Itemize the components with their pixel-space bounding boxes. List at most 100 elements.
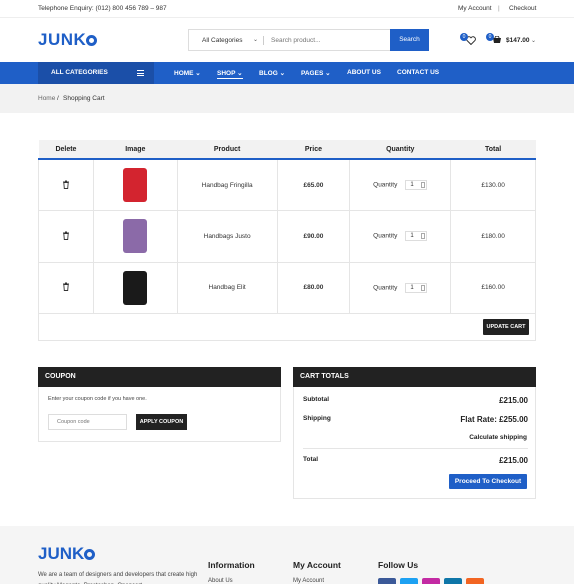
quantity-cell: Quantity 1 — [349, 158, 452, 211]
breadcrumb-separator: / — [57, 95, 59, 102]
instagram-icon[interactable] — [422, 578, 440, 584]
coupon-title: COUPON — [38, 367, 281, 387]
column-header: Image — [93, 140, 178, 160]
footer-heading-follow-us: Follow Us — [378, 560, 419, 570]
subtotal-label: Subtotal — [303, 396, 329, 403]
my-account-link[interactable]: My Account — [458, 5, 492, 12]
delete-cell — [38, 261, 94, 314]
breadcrumb-home[interactable]: Home — [38, 95, 55, 102]
footer: JUNK We are a team of designers and deve… — [0, 526, 574, 584]
row-total: £130.00 — [450, 158, 536, 211]
breadcrumb-current: Shopping Cart — [63, 95, 105, 102]
checkout-link[interactable]: Checkout — [509, 5, 536, 12]
product-price: £80.00 — [276, 261, 351, 314]
total-row: Total £215.00 — [303, 456, 528, 465]
shipping-label: Shipping — [303, 415, 331, 422]
chevron-down-icon[interactable]: ⌄ — [531, 37, 536, 44]
facebook-icon[interactable] — [378, 578, 396, 584]
search-input[interactable] — [271, 37, 381, 44]
table-row: Handbag Fringilla £65.00 Quantity 1 £130.… — [38, 158, 536, 211]
footer-logo[interactable]: JUNK — [38, 544, 96, 564]
row-total: £160.00 — [450, 261, 536, 314]
category-select[interactable]: All Categories — [202, 37, 242, 44]
trash-icon[interactable] — [62, 282, 70, 292]
nav-item-shop[interactable]: SHOP ⌄ — [217, 69, 243, 79]
product-name[interactable]: Handbags Justo — [176, 210, 278, 263]
footer-heading-my-account: My Account — [293, 560, 341, 570]
product-name[interactable]: Handbag Elit — [176, 261, 278, 314]
trash-icon[interactable] — [62, 231, 70, 240]
rss-icon[interactable] — [466, 578, 484, 584]
row-total: £180.00 — [450, 210, 536, 263]
calculate-shipping-link[interactable]: Calculate shipping — [469, 434, 527, 441]
coupon-instructions: Enter your coupon code if you have one. — [48, 396, 147, 402]
footer-link-about-us[interactable]: About Us — [208, 578, 233, 584]
subtotal-row: Subtotal £215.00 — [303, 396, 528, 405]
product-price: £65.00 — [276, 158, 351, 211]
cart-table: Delete Image Product Price Quantity Tota… — [38, 140, 536, 314]
delete-cell — [38, 158, 94, 211]
linkedin-icon[interactable] — [444, 578, 462, 584]
product-image[interactable] — [123, 270, 148, 305]
total-value: £215.00 — [499, 456, 528, 465]
table-row: Handbag Elit £80.00 Quantity 1 £160.00 — [38, 261, 536, 314]
spinner-icon[interactable] — [421, 233, 426, 240]
subtotal-value: £215.00 — [499, 396, 528, 405]
shipping-row: Shipping Flat Rate: £255.00 — [303, 415, 528, 424]
nav-item-pages[interactable]: PAGES ⌄ — [301, 69, 331, 77]
quantity-label: Quantity — [373, 181, 398, 189]
nav-item-about-us[interactable]: ABOUT US — [347, 69, 381, 76]
nav-item-contact-us[interactable]: CONTACT US — [397, 69, 439, 76]
chevron-down-icon[interactable]: ⌄ — [253, 36, 258, 43]
breadcrumb: Home / Shopping Cart — [0, 84, 574, 113]
image-cell — [92, 261, 178, 314]
quantity-stepper[interactable]: 1 — [405, 231, 428, 242]
spinner-icon[interactable] — [421, 182, 426, 188]
nav-item-label: BLOG — [259, 70, 278, 77]
all-categories-button[interactable]: ALL CATEGORIES — [38, 62, 154, 84]
apply-coupon-button[interactable]: APPLY COUPON — [136, 414, 187, 430]
search-bar: All Categories ⌄ Search — [188, 29, 429, 51]
quantity-value: 1 — [410, 233, 414, 240]
topbar-separator: | — [498, 5, 500, 12]
hamburger-icon — [137, 70, 144, 76]
coupon-panel: COUPON Enter your coupon code if you hav… — [38, 367, 281, 442]
footer-link-my-account[interactable]: My Account — [293, 578, 324, 584]
proceed-to-checkout-button[interactable]: Proceed To Checkout — [449, 474, 527, 489]
shipping-value: Flat Rate: £255.00 — [460, 415, 528, 424]
product-image[interactable] — [123, 168, 148, 202]
logo-text: JUNK — [38, 30, 87, 49]
nav-item-label: SHOP — [217, 70, 236, 77]
product-image[interactable] — [123, 219, 148, 254]
nav-item-home[interactable]: HOME ⌄ — [174, 69, 201, 77]
product-name[interactable]: Handbag Fringilla — [176, 158, 278, 211]
site-logo[interactable]: JUNK — [38, 30, 98, 50]
column-header: Price — [277, 140, 350, 160]
nav-item-blog[interactable]: BLOG ⌄ — [259, 69, 285, 77]
quantity-stepper[interactable]: 1 — [405, 180, 428, 190]
spinner-icon[interactable] — [421, 284, 426, 291]
quantity-stepper[interactable]: 1 — [405, 282, 428, 293]
cart-totals-title: CART TOTALS — [293, 367, 536, 387]
update-cart-button[interactable]: UPDATE CART — [483, 319, 529, 335]
twitter-icon[interactable] — [400, 578, 418, 584]
search-divider — [263, 36, 264, 45]
quantity-value: 1 — [410, 284, 414, 291]
search-button[interactable]: Search — [390, 29, 429, 51]
logo-o-mark — [84, 549, 96, 560]
image-cell — [92, 158, 178, 211]
footer-description: We are a team of designers and developer… — [38, 572, 198, 584]
delete-cell — [38, 210, 94, 263]
cart-count-badge: 0 — [486, 33, 494, 41]
telephone-enquiry: Telephone Enquiry: (012) 800 456 789 – 9… — [38, 5, 167, 12]
cart-total-amount[interactable]: $147.00 — [506, 37, 530, 44]
cart-table-header: Delete Image Product Price Quantity Tota… — [38, 140, 536, 160]
nav-item-label: HOME — [174, 70, 194, 77]
image-cell — [92, 210, 178, 263]
coupon-code-input[interactable] — [48, 414, 127, 430]
column-header: Product — [177, 140, 278, 160]
main-nav: ALL CATEGORIES HOME ⌄ SHOP ⌄ BLOG ⌄ PAGE… — [0, 62, 574, 84]
wishlist-count-badge: 0 — [460, 33, 468, 41]
trash-icon[interactable] — [62, 180, 70, 189]
footer-logo-text: JUNK — [38, 544, 85, 563]
